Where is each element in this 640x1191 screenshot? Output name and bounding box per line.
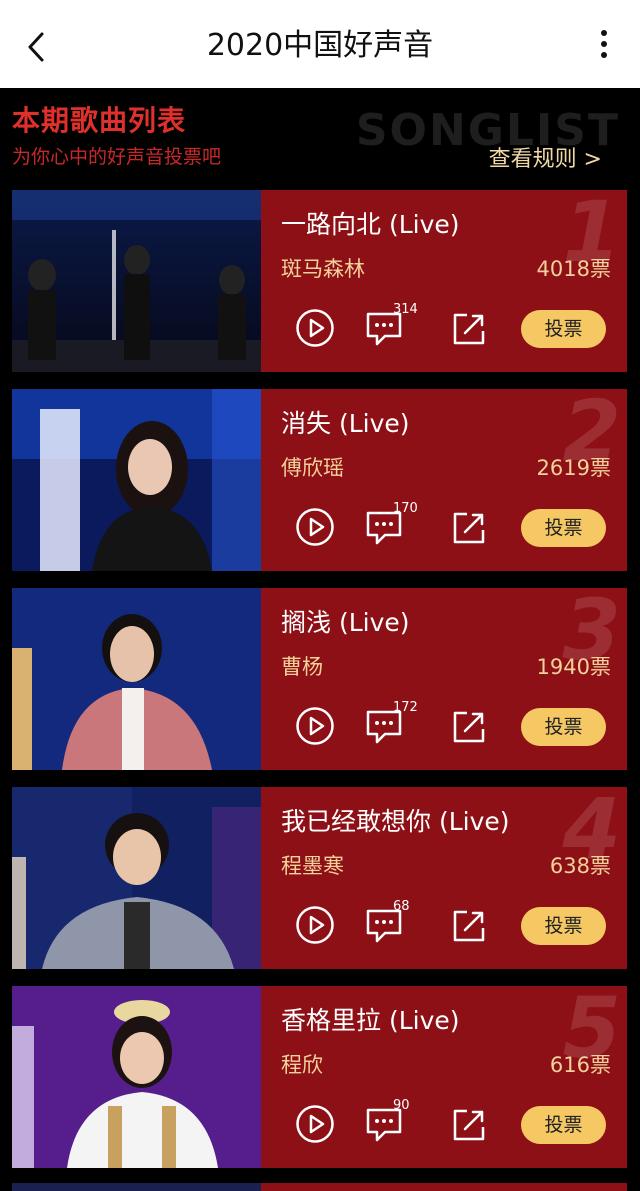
song-info-panel-partial: [261, 1183, 627, 1191]
rules-link[interactable]: 查看规则 >: [489, 144, 602, 176]
share-icon: [453, 1109, 485, 1141]
song-info-panel: 1 一路向北 (Live) 斑马森林 4018票 314 投票: [261, 184, 627, 372]
song-info-panel: 4 我已经敢想你 (Live) 程墨寒 638票 68 投票: [261, 781, 627, 969]
comment-count: 68: [393, 899, 410, 914]
song-thumbnail[interactable]: [12, 588, 261, 770]
singer-name: 曹杨: [281, 655, 323, 679]
more-button[interactable]: [598, 30, 610, 64]
comment-count: 90: [393, 1098, 410, 1113]
share-icon: [453, 910, 485, 942]
page-title: 2020中国好声音: [206, 28, 434, 63]
comment-count: 314: [393, 302, 418, 317]
top-bar: 2020中国好声音: [0, 0, 640, 88]
vote-count: 1940票: [536, 655, 611, 679]
play-button[interactable]: [295, 905, 335, 945]
song-thumbnail[interactable]: [12, 389, 261, 571]
song-title[interactable]: 消失 (Live): [281, 407, 410, 441]
song-info-panel: 5 香格里拉 (Live) 程欣 616票 90 投票: [261, 980, 627, 1168]
song-thumbnail[interactable]: [12, 190, 261, 372]
singer-name: 程墨寒: [281, 854, 344, 878]
song-card: 3 搁浅 (Live) 曹杨 1940票 172 投票: [12, 582, 627, 770]
singer-name: 傅欣瑶: [281, 456, 344, 480]
share-icon: [453, 512, 485, 544]
share-button[interactable]: [451, 311, 487, 347]
play-button[interactable]: [295, 507, 335, 547]
vote-count: 616票: [549, 1053, 611, 1077]
play-icon: [296, 508, 334, 546]
vote-count: 2619票: [536, 456, 611, 480]
play-button[interactable]: [295, 706, 335, 746]
share-icon: [453, 313, 485, 345]
play-icon: [296, 309, 334, 347]
song-card: 1 一路向北 (Live) 斑马森林 4018票 314 投票: [12, 184, 627, 372]
song-title[interactable]: 一路向北 (Live): [281, 208, 460, 242]
section-subtitle: 为你心中的好声音投票吧: [12, 146, 222, 168]
song-title[interactable]: 我已经敢想你 (Live): [281, 805, 510, 839]
section-title: 本期歌曲列表: [12, 104, 187, 137]
song-card: 2 消失 (Live) 傅欣瑶 2619票 170 投票: [12, 383, 627, 571]
vote-button[interactable]: 投票: [521, 708, 606, 746]
singer-name: 斑马森林: [281, 257, 365, 281]
singer-name: 程欣: [281, 1053, 323, 1077]
vote-button[interactable]: 投票: [521, 907, 606, 945]
vote-count: 4018票: [536, 257, 611, 281]
vote-count: 638票: [549, 854, 611, 878]
comment-count: 172: [393, 700, 418, 715]
song-thumbnail[interactable]: [12, 986, 261, 1168]
song-thumbnail[interactable]: [12, 787, 261, 969]
vote-button[interactable]: 投票: [521, 1106, 606, 1144]
songlist-header: SONGLIST 本期歌曲列表 为你心中的好声音投票吧 查看规则 >: [0, 88, 640, 188]
song-title[interactable]: 搁浅 (Live): [281, 606, 410, 640]
song-info-panel: 3 搁浅 (Live) 曹杨 1940票 172 投票: [261, 582, 627, 770]
song-card: 4 我已经敢想你 (Live) 程墨寒 638票 68 投票: [12, 781, 627, 969]
play-button[interactable]: [295, 308, 335, 348]
more-dot: [601, 52, 607, 58]
vote-button[interactable]: 投票: [521, 509, 606, 547]
share-button[interactable]: [451, 908, 487, 944]
play-icon: [296, 1105, 334, 1143]
share-button[interactable]: [451, 709, 487, 745]
play-icon: [296, 906, 334, 944]
vote-button[interactable]: 投票: [521, 310, 606, 348]
song-card: 5 香格里拉 (Live) 程欣 616票 90 投票: [12, 980, 627, 1168]
song-thumbnail-partial: [12, 1183, 261, 1191]
share-button[interactable]: [451, 510, 487, 546]
more-vertical-icon: [601, 30, 607, 36]
comment-count: 170: [393, 501, 418, 516]
play-button[interactable]: [295, 1104, 335, 1144]
next-song-card-partial: [12, 1183, 627, 1191]
share-icon: [453, 711, 485, 743]
more-dot: [601, 41, 607, 47]
share-button[interactable]: [451, 1107, 487, 1143]
song-info-panel: 2 消失 (Live) 傅欣瑶 2619票 170 投票: [261, 383, 627, 571]
song-title[interactable]: 香格里拉 (Live): [281, 1004, 460, 1038]
play-icon: [296, 707, 334, 745]
